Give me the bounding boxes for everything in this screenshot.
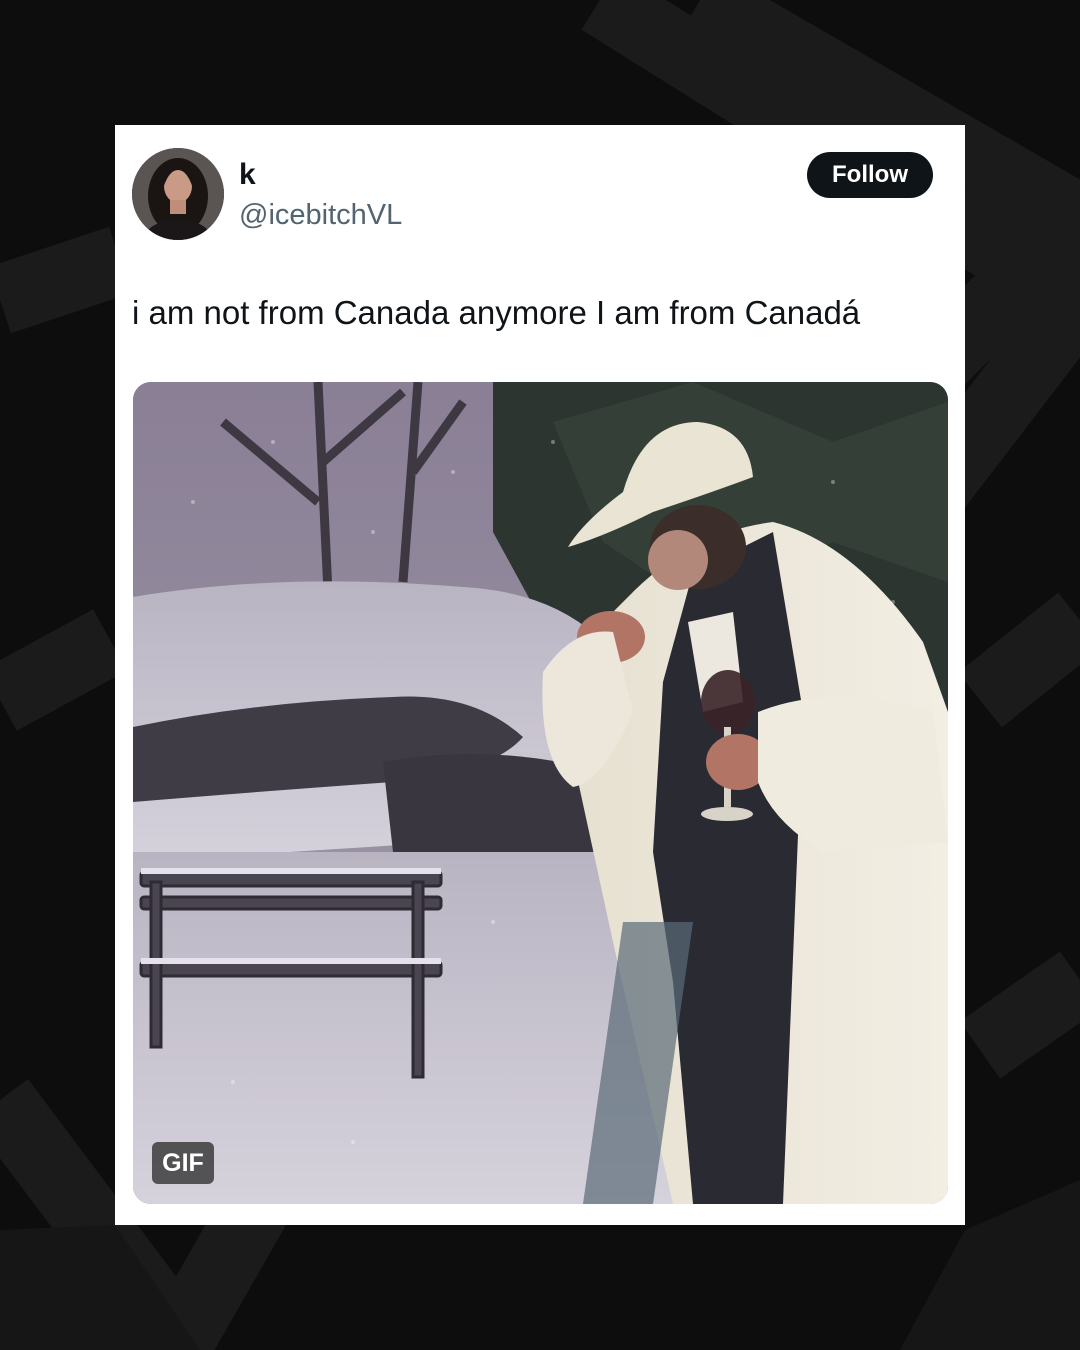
avatar[interactable] (132, 148, 224, 240)
follow-button[interactable]: Follow (807, 152, 933, 198)
gif-badge: GIF (152, 1142, 214, 1184)
tweet-text: i am not from Canada anymore I am from C… (132, 294, 861, 331)
display-name[interactable]: k (239, 155, 256, 195)
tweet-gif-media[interactable]: GIF (133, 382, 948, 1204)
tweet-card: k @icebitchVL Follow i am not from Canad… (115, 125, 965, 1225)
user-handle[interactable]: @icebitchVL (239, 195, 402, 235)
